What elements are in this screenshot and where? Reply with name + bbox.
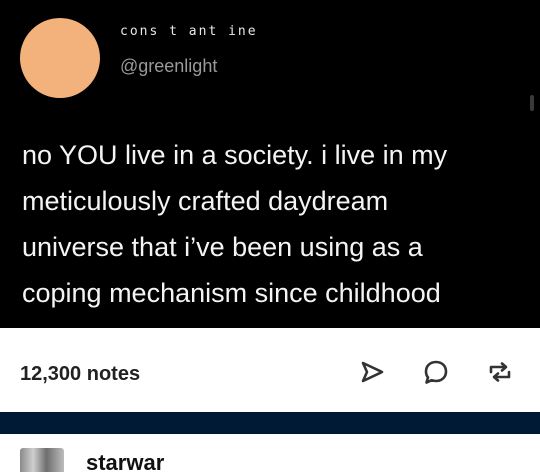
tweet-card: cons t ant ine @greenlight no YOU live i… xyxy=(0,0,540,328)
tweet-text-line: no YOU live in a society. i live in my xyxy=(22,140,448,170)
next-post-avatar[interactable] xyxy=(20,448,64,472)
post-actions xyxy=(358,358,514,386)
tweet-text-line: meticulously crafted daydream xyxy=(22,186,389,216)
display-name[interactable]: cons t ant ine xyxy=(120,24,258,39)
notes-count[interactable]: 12,300 notes xyxy=(20,363,140,386)
tweet-text: no YOU live in a society. i live in my m… xyxy=(22,132,532,316)
reply-button[interactable] xyxy=(422,358,450,386)
share-icon xyxy=(361,361,384,383)
reply-icon xyxy=(424,360,448,384)
tweet-text-line: universe that i’ve been using as a xyxy=(22,232,423,262)
next-post-header: starwar xyxy=(0,434,540,472)
feed-divider xyxy=(0,412,540,434)
scroll-indicator xyxy=(530,95,534,111)
reblog-button[interactable] xyxy=(486,358,514,386)
avatar[interactable] xyxy=(20,18,100,98)
share-button[interactable] xyxy=(358,358,386,386)
post-footer: 12,300 notes xyxy=(0,328,540,412)
user-handle[interactable]: @greenlight xyxy=(120,56,217,77)
tweet-text-line: coping mechanism since childhood xyxy=(22,278,441,308)
next-post-username[interactable]: starwar xyxy=(86,450,164,472)
reblog-icon xyxy=(489,362,511,382)
